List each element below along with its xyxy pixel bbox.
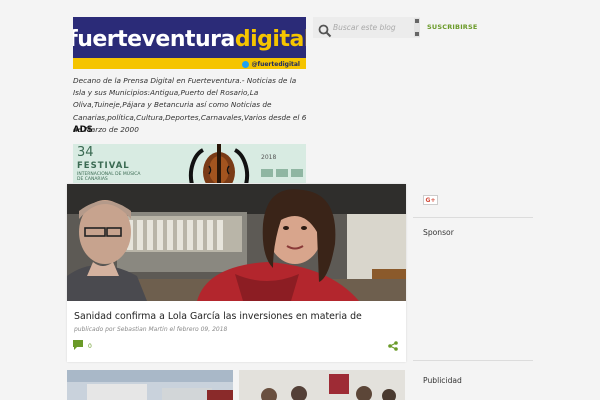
logo-handle-text: @fuertedigital — [251, 61, 300, 68]
festival-ad-banner[interactable]: 34 FESTIVAL INTERNACIONAL DE MÚSICA DE C… — [73, 144, 306, 183]
sponsor-heading: Sponsor — [423, 228, 454, 237]
banner-year: 2018 — [261, 154, 277, 161]
post-image[interactable] — [67, 184, 406, 301]
post-thumbnail[interactable] — [67, 370, 233, 400]
banner-subtitle: INTERNACIONAL DE MÚSICA DE CANARIAS — [77, 172, 141, 182]
sidebar-divider — [413, 360, 533, 361]
search-input[interactable] — [333, 20, 409, 34]
search-scrollbar[interactable] — [414, 18, 420, 37]
logo-handle: @fuertedigital — [242, 61, 300, 68]
subscribe-button[interactable]: SUSCRIBIRSE — [427, 23, 478, 31]
banner-festival: FESTIVAL — [77, 161, 130, 171]
publicidad-heading: Publicidad — [423, 376, 462, 385]
logo-text: fuerteventura digital — [73, 20, 306, 58]
comment-icon[interactable] — [73, 340, 84, 351]
twitter-icon — [242, 61, 250, 68]
ads-heading: ADS — [73, 125, 93, 135]
banner-number: 34 — [77, 145, 94, 160]
post-title[interactable]: Sanidad confirma a Lola García las inver… — [74, 311, 362, 322]
site-description: Decano de la Prensa Digital en Fuerteven… — [73, 76, 307, 134]
scroll-up-arrow-icon[interactable] — [415, 19, 419, 23]
site-logo[interactable]: fuerteventura digital @fuertedigital — [73, 17, 306, 69]
post-thumbnail[interactable] — [239, 370, 405, 400]
google-plus-button[interactable]: G+ — [423, 195, 438, 205]
comment-count[interactable]: 0 — [88, 343, 92, 350]
violin-image — [173, 144, 265, 183]
featured-post-card[interactable]: Sanidad confirma a Lola García las inver… — [67, 184, 406, 362]
post-byline: publicado por Sebastian Martin el febrer… — [74, 326, 228, 333]
logo-word-2: digital — [234, 26, 306, 52]
sidebar-divider — [413, 217, 533, 218]
share-icon[interactable] — [388, 341, 398, 351]
search-icon[interactable] — [318, 24, 332, 38]
logo-word-1: fuerteventura — [73, 26, 235, 52]
scroll-down-arrow-icon[interactable] — [415, 32, 419, 36]
banner-sponsor-logos — [261, 169, 303, 177]
